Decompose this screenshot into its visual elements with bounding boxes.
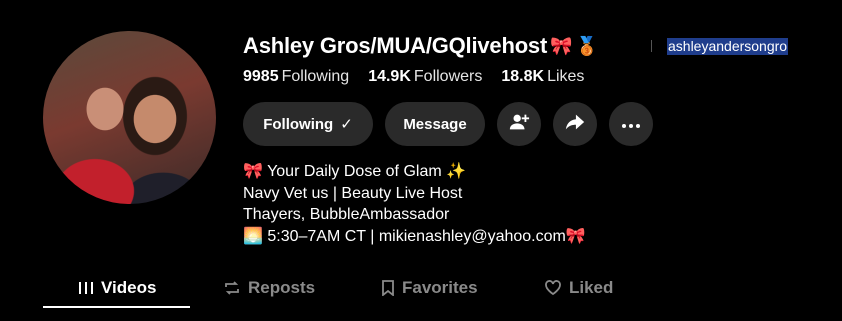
profile-stats: 9985 Following 14.9K Followers 18.8K Likes [243,68,584,86]
stat-followers[interactable]: 14.9K Followers [368,68,482,86]
stat-followers-value: 14.9K [368,68,411,85]
profile-actions: Following ✓ Message [243,102,653,146]
share-button[interactable] [553,102,597,146]
check-icon: ✓ [340,116,353,133]
tab-reposts-label: Reposts [248,278,316,297]
ribbon-emoji: 🎀 [550,35,573,57]
username-handle: ashleyandersongro [667,38,789,55]
stat-likes-value: 18.8K [501,68,545,85]
tab-videos-label: Videos [101,278,157,297]
message-button[interactable]: Message [385,102,485,146]
repost-icon [223,280,241,296]
profile-bio: 🎀 Your Daily Dose of Glam ✨ Navy Vet us … [243,161,586,247]
divider [651,40,652,52]
more-options-button[interactable] [609,102,653,146]
share-arrow-icon [564,111,586,137]
more-dots-icon [621,116,641,133]
stat-likes: 18.8K Likes [501,68,584,86]
bio-line: Navy Vet us | Beauty Live Host [243,184,463,202]
following-button[interactable]: Following ✓ [243,102,373,146]
bronze-medal-emoji: 🥉 [575,35,598,57]
tab-reposts[interactable]: Reposts [223,268,315,308]
tab-favorites-label: Favorites [402,278,478,297]
bio-line: 🌅 5:30–7AM CT | mikienashley@yahoo.com🎀 [243,227,586,245]
tab-favorites[interactable]: Favorites [381,268,478,308]
bio-line: 🎀 Your Daily Dose of Glam ✨ [243,163,467,180]
message-button-label: Message [403,115,467,133]
profile-tabs: Videos Reposts Favorites Liked [43,268,842,310]
bookmark-icon [381,280,395,296]
stat-likes-label: Likes [547,68,585,85]
stat-following-label: Following [281,68,350,85]
stat-following[interactable]: 9985 Following [243,68,349,86]
following-button-label: Following [263,115,334,133]
tab-videos[interactable]: Videos [78,268,156,308]
add-friend-button[interactable] [497,102,541,146]
display-name: Ashley Gros/MUA/GQlivehost [243,33,548,58]
stat-following-value: 9985 [243,68,279,85]
stat-followers-label: Followers [413,68,483,85]
profile-name-row: Ashley Gros/MUA/GQlivehost 🎀 🥉 [243,33,598,59]
add-user-icon [508,111,530,137]
heart-icon [544,280,562,296]
tab-liked-label: Liked [569,278,614,297]
tab-liked[interactable]: Liked [544,268,613,308]
bio-line: Thayers, BubbleAmbassador [243,206,450,223]
active-tab-indicator [43,306,190,308]
grid-icon [78,280,94,296]
profile-avatar[interactable] [43,31,216,204]
